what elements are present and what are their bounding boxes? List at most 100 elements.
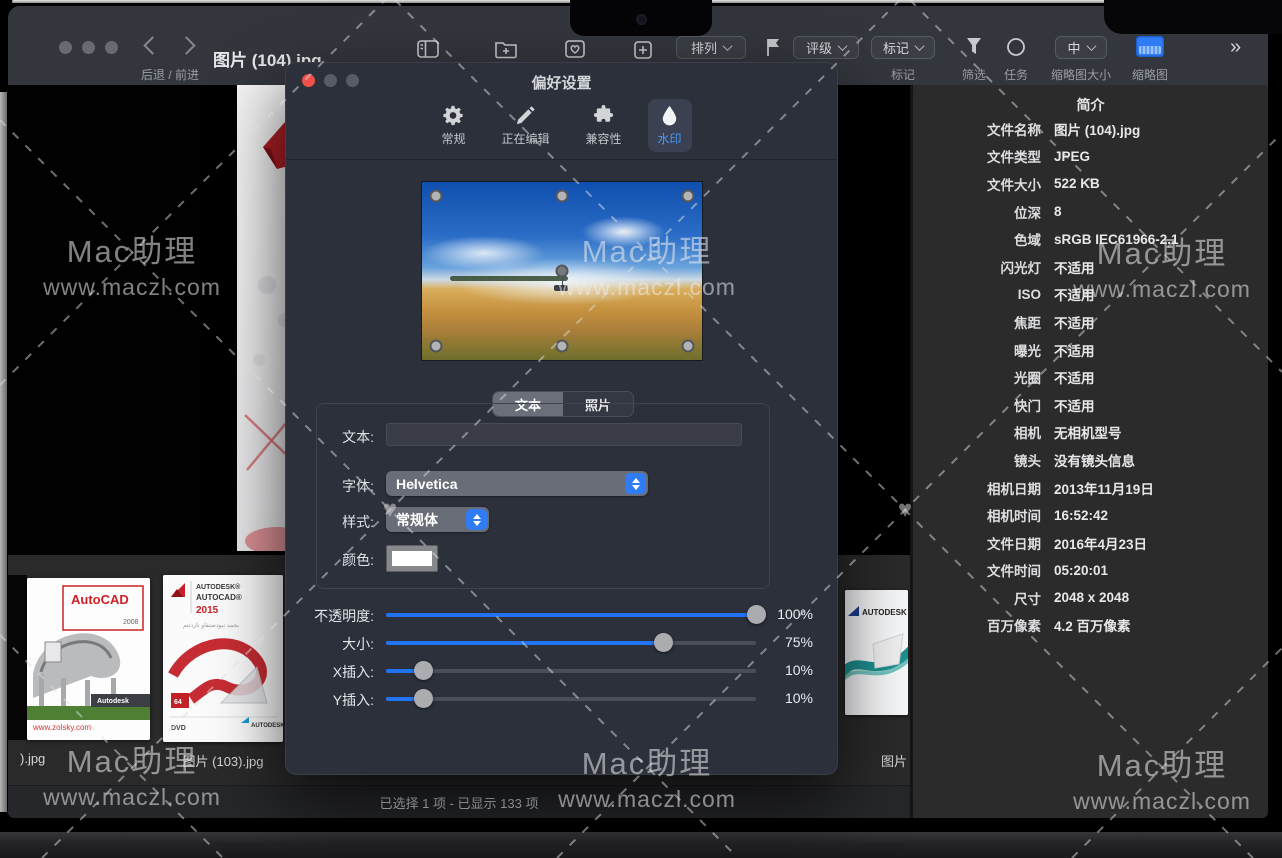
- y-inset-slider-row: Y插入: 10%: [286, 688, 839, 710]
- size-slider-value: 75%: [763, 634, 813, 650]
- x-inset-slider-value: 10%: [763, 662, 813, 678]
- info-row: 光圈不适用: [913, 363, 1262, 391]
- info-row: 色域sRGB IEC61966-2.1: [913, 225, 1262, 253]
- preferences-dialog: 偏好设置 常规 正在编辑 兼容性: [285, 62, 838, 775]
- flag-icon[interactable]: [764, 37, 782, 57]
- tab-general-label: 常规: [441, 130, 465, 147]
- background-window-edge: [0, 92, 7, 812]
- slider-knob[interactable]: [654, 633, 673, 652]
- thumbnail-label-clipped-right: 图片: [881, 751, 907, 770]
- slider-knob[interactable]: [414, 689, 433, 708]
- gear-icon: [442, 104, 465, 127]
- font-field-label: 字体:: [302, 476, 374, 496]
- rating-dropdown[interactable]: 评级: [793, 36, 859, 59]
- thumbnail-autocad-2015[interactable]: AUTODESK® AUTOCAD® 2015 يجمد نيودصتقاو ت…: [163, 575, 283, 742]
- thumbnail-size-value: 中: [1067, 38, 1080, 57]
- info-row: 文件类型JPEG: [913, 143, 1262, 171]
- size-slider-row: 大小: 75%: [286, 632, 839, 654]
- tab-compatibility-label: 兼容性: [586, 130, 622, 147]
- toolbar-overflow-button[interactable]: »: [1230, 36, 1241, 59]
- text-field-label: 文本:: [302, 427, 374, 447]
- opacity-slider-label: 不透明度:: [286, 606, 374, 626]
- water-drop-icon: [658, 104, 681, 127]
- position-handle-top-center[interactable]: [556, 190, 569, 203]
- slider-knob[interactable]: [414, 661, 433, 680]
- position-handle-bottom-center[interactable]: [556, 340, 569, 353]
- svg-text:AUTODESK: AUTODESK: [251, 723, 283, 729]
- info-row: 相机日期2013年11月19日: [913, 474, 1262, 502]
- position-handle-top-left[interactable]: [430, 190, 443, 203]
- filter-funnel-icon[interactable]: [964, 36, 984, 58]
- arrange-dropdown[interactable]: 排列: [676, 36, 746, 59]
- info-row: 相机无相机型号: [913, 419, 1262, 447]
- svg-text:يجمد نيودصتقاو تارذتنم: يجمد نيودصتقاو تارذتنم: [183, 622, 239, 629]
- color-well[interactable]: [386, 545, 438, 572]
- position-handle-top-right[interactable]: [682, 190, 695, 203]
- zoom-button[interactable]: [105, 41, 118, 54]
- display-notch: [570, 0, 712, 36]
- thumbnail-caption: 缩略图: [1120, 66, 1180, 83]
- info-row: 镜头没有镜头信息: [913, 446, 1262, 474]
- thumbnail-view-icon[interactable]: [1136, 36, 1164, 57]
- chevron-down-icon: [723, 41, 733, 51]
- watermark-text-input[interactable]: [386, 423, 742, 446]
- tag-dropdown[interactable]: 标记: [871, 36, 935, 59]
- rating-label: 评级: [806, 38, 832, 57]
- forward-button[interactable]: [177, 36, 195, 54]
- thumbnail-autocad-2008[interactable]: AutoCAD 2008 Autodesk www.zolsky.com: [27, 578, 150, 740]
- back-forward-caption: 后退 / 前进: [120, 66, 220, 83]
- new-folder-icon[interactable]: [494, 39, 518, 59]
- tab-general[interactable]: 常规: [431, 99, 475, 152]
- sidebar-rows: 文件名称图片 (104).jpg 文件类型JPEG 文件大小522 KB 位深8…: [913, 115, 1262, 639]
- tab-watermark[interactable]: 水印: [648, 99, 692, 152]
- info-row: 相机时间16:52:42: [913, 501, 1262, 529]
- y-inset-slider-label: Y插入:: [286, 690, 374, 710]
- y-inset-slider[interactable]: [386, 697, 756, 701]
- svg-text:AUTODESK: AUTODESK: [862, 608, 907, 617]
- style-popup[interactable]: 常规体: [386, 507, 489, 532]
- position-handle-bottom-right[interactable]: [682, 340, 695, 353]
- display-corner-cutout: [1104, 0, 1282, 34]
- opacity-slider[interactable]: [386, 613, 756, 617]
- color-field-label: 颜色:: [302, 550, 374, 570]
- thumbnail-clipped-left[interactable]: [8, 575, 27, 740]
- sidebar-toggle-icon[interactable]: [416, 39, 440, 59]
- back-button[interactable]: [143, 36, 161, 54]
- font-popup[interactable]: Helvetica: [386, 471, 648, 496]
- puzzle-icon: [592, 104, 615, 127]
- thumbnail-label-clipped-left: ).jpg: [20, 751, 45, 766]
- size-slider[interactable]: [386, 641, 756, 645]
- info-row: 文件日期2016年4月23日: [913, 529, 1262, 557]
- dialog-title: 偏好设置: [286, 72, 837, 93]
- tab-watermark-label: 水印: [658, 130, 682, 147]
- thumbnail-size-dropdown[interactable]: 中: [1055, 36, 1107, 59]
- position-handle-center[interactable]: [556, 265, 569, 278]
- opacity-slider-row: 不透明度: 100%: [286, 604, 839, 626]
- camera-dot: [636, 14, 647, 25]
- info-row: ISO不适用: [913, 281, 1262, 309]
- pencil-icon: [514, 104, 537, 127]
- tab-editing[interactable]: 正在编辑: [491, 99, 559, 152]
- info-row: 文件名称图片 (104).jpg: [913, 115, 1262, 143]
- x-inset-slider[interactable]: [386, 669, 756, 673]
- opacity-slider-value: 100%: [763, 606, 813, 622]
- popup-stepper-icon: [466, 509, 487, 530]
- thumbnail-autodesk-teal[interactable]: AUTODESK: [845, 590, 908, 715]
- popup-stepper-icon: [625, 473, 646, 494]
- svg-text:AUTOCAD®: AUTOCAD®: [196, 593, 242, 602]
- close-button[interactable]: [59, 41, 72, 54]
- x-inset-slider-row: X插入: 10%: [286, 660, 839, 682]
- info-row: 快门不适用: [913, 391, 1262, 419]
- add-icon[interactable]: [633, 41, 653, 59]
- favorites-folder-icon[interactable]: [564, 39, 586, 59]
- dialog-tab-bar: 常规 正在编辑 兼容性 水印: [286, 99, 837, 160]
- task-circle-icon[interactable]: [1006, 37, 1026, 57]
- position-handle-bottom-left[interactable]: [430, 340, 443, 353]
- tab-compatibility[interactable]: 兼容性: [576, 99, 632, 152]
- svg-text:2008: 2008: [123, 619, 139, 626]
- tag-caption: 标记: [871, 66, 935, 83]
- style-field-label: 样式:: [302, 512, 374, 532]
- selection-status: 已选择 1 项 - 已显示 133 项: [380, 793, 539, 812]
- font-popup-value: Helvetica: [396, 476, 457, 492]
- minimize-button[interactable]: [82, 41, 95, 54]
